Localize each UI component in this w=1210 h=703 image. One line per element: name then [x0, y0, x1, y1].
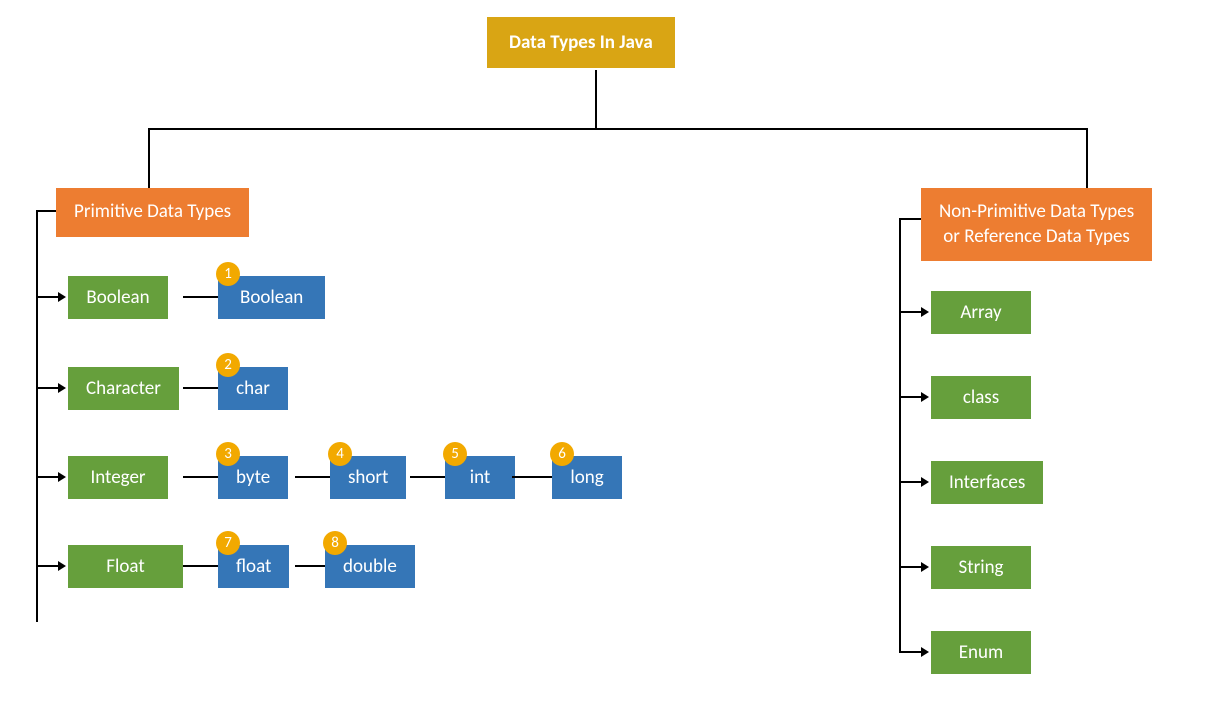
np-interfaces: Interfaces	[931, 461, 1043, 504]
badge-3: 3	[216, 442, 240, 466]
badge-2: 2	[216, 353, 240, 377]
category-float: Float	[68, 545, 183, 588]
connector	[183, 387, 218, 389]
nonprimitive-header: Non-Primitive Data Types or Reference Da…	[921, 188, 1152, 261]
arrow	[921, 477, 929, 487]
connector	[183, 296, 218, 298]
connector	[36, 210, 38, 622]
category-integer: Integer	[68, 456, 168, 499]
arrow	[58, 383, 66, 393]
np-string: String	[931, 546, 1031, 589]
nonprimitive-header-line1: Non-Primitive Data Types	[939, 200, 1134, 225]
arrow	[921, 562, 929, 572]
badge-6: 6	[550, 442, 574, 466]
badge-4: 4	[328, 442, 352, 466]
diagram-title: Data Types In Java	[487, 17, 675, 68]
connector	[148, 128, 1088, 130]
connector	[899, 481, 923, 483]
connector	[36, 210, 56, 212]
arrow	[921, 307, 929, 317]
connector	[899, 218, 901, 653]
category-boolean: Boolean	[68, 276, 168, 319]
primitive-header: Primitive Data Types	[56, 188, 249, 237]
connector	[899, 218, 921, 220]
arrow	[921, 647, 929, 657]
connector	[295, 476, 330, 478]
connector	[512, 476, 552, 478]
connector	[36, 296, 60, 298]
badge-7: 7	[216, 531, 240, 555]
np-array: Array	[931, 291, 1031, 334]
connector	[183, 565, 218, 567]
connector	[1086, 128, 1088, 188]
arrow	[58, 472, 66, 482]
arrow	[58, 561, 66, 571]
connector	[36, 565, 60, 567]
connector	[595, 70, 597, 130]
category-character: Character	[68, 367, 179, 410]
nonprimitive-header-line2: or Reference Data Types	[943, 225, 1130, 250]
arrow	[58, 292, 66, 302]
connector	[36, 476, 60, 478]
badge-8: 8	[323, 531, 347, 555]
connector	[410, 476, 445, 478]
connector	[899, 396, 923, 398]
connector	[899, 651, 923, 653]
connector	[148, 128, 150, 188]
connector	[899, 311, 923, 313]
connector	[36, 387, 60, 389]
badge-5: 5	[443, 442, 467, 466]
connector	[183, 476, 218, 478]
connector	[295, 565, 325, 567]
np-class: class	[931, 376, 1031, 419]
np-enum: Enum	[931, 631, 1031, 674]
badge-1: 1	[216, 262, 240, 286]
connector	[899, 566, 923, 568]
arrow	[921, 392, 929, 402]
